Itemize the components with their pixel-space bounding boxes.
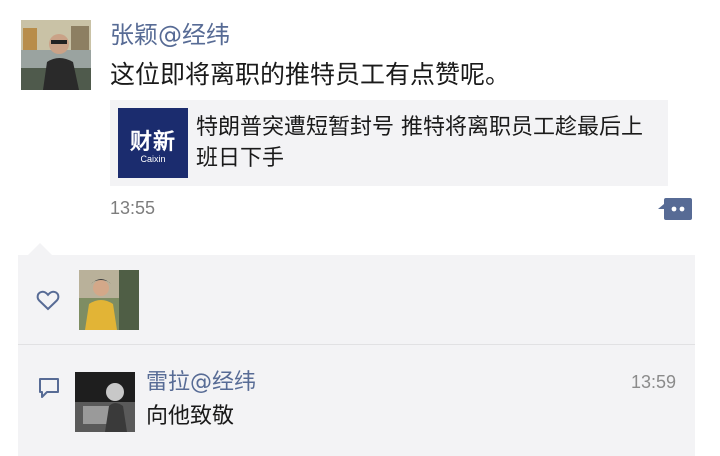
- link-thumbnail: 财新 Caixin: [118, 108, 188, 178]
- caixin-logo-text: 财新: [129, 130, 176, 155]
- comment-time: 13:59: [630, 372, 676, 392]
- feedback-divider: [18, 344, 695, 345]
- feedback-panel-arrow: [28, 243, 52, 255]
- more-dots-icon[interactable]: [658, 196, 694, 222]
- link-title: 特朗普突遭短暂封号 推特将离职员工趁最后上班日下手: [196, 115, 643, 171]
- author-avatar[interactable]: [21, 20, 91, 90]
- post-author-name[interactable]: 张颖@经纬: [110, 19, 230, 51]
- speech-bubble-icon: [37, 377, 61, 399]
- comment-text[interactable]: 向他致敬: [146, 402, 234, 432]
- caixin-logo-subtext: Caixin: [140, 154, 166, 164]
- post-text: 这位即将离职的推特员工有点赞呢。: [110, 60, 511, 89]
- shared-link-card[interactable]: 财新 Caixin 特朗普突遭短暂封号 推特将离职员工趁最后上班日下手: [110, 100, 668, 186]
- commenter-avatar[interactable]: [75, 372, 135, 432]
- commenter-name[interactable]: 雷拉@经纬: [146, 368, 256, 398]
- heart-outline-icon: [36, 289, 60, 311]
- post-time: 13:55: [110, 198, 156, 218]
- liker-avatar[interactable]: [79, 270, 139, 330]
